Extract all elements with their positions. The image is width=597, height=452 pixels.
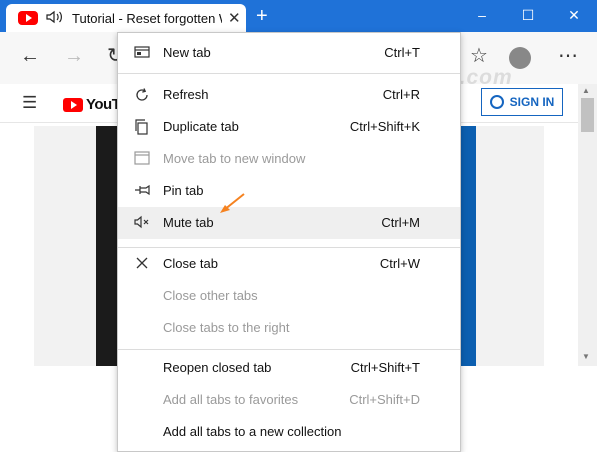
page-scrollbar[interactable]: ▲ ▼ — [578, 84, 597, 366]
menu-item-label: Move tab to new window — [163, 151, 306, 166]
menu-item-label: Close other tabs — [163, 288, 258, 303]
youtube-play-icon — [63, 97, 83, 112]
back-button[interactable]: ← — [20, 46, 40, 66]
youtube-favicon-icon — [18, 11, 38, 25]
speaker-icon[interactable] — [46, 10, 64, 27]
menu-separator — [118, 73, 460, 74]
scroll-down-icon[interactable]: ▼ — [582, 352, 590, 361]
menu-item-label: Refresh — [163, 87, 209, 102]
scroll-up-icon[interactable]: ▲ — [582, 86, 590, 95]
menu-item-label: Add all tabs to a new collection — [163, 424, 342, 439]
menu-item-shortcut: Ctrl+W — [379, 256, 420, 271]
duplicate-icon — [134, 119, 150, 135]
menu-item-pin-tab[interactable]: Pin tab — [118, 175, 460, 207]
menu-item-label: New tab — [163, 45, 211, 60]
menu-item-label: Add all tabs to favorites — [163, 392, 299, 407]
menu-item-label: Mute tab — [163, 215, 214, 230]
menu-separator — [118, 349, 460, 350]
mute-icon — [134, 215, 150, 231]
menu-item-label: Duplicate tab — [163, 119, 239, 134]
orange-arrow-icon — [220, 193, 245, 213]
menu-item-label: Pin tab — [163, 183, 204, 198]
new-tab-button[interactable]: + — [256, 6, 268, 26]
tab-context-menu: New tab Ctrl+T Refresh Ctrl+R Duplicate … — [117, 32, 461, 452]
tab-close-icon[interactable]: ✕ — [228, 9, 241, 27]
menu-item-shortcut: Ctrl+Shift+K — [349, 119, 420, 134]
menu-item-shortcut: Ctrl+Shift+T — [350, 360, 420, 375]
menu-item-refresh[interactable]: Refresh Ctrl+R — [118, 79, 460, 111]
window-icon — [134, 151, 150, 167]
menu-item-close-tab[interactable]: Close tab Ctrl+W — [118, 248, 460, 280]
menu-item-label: Close tab — [163, 256, 218, 271]
menu-item-new-tab[interactable]: New tab Ctrl+T — [118, 37, 460, 69]
account-icon — [489, 95, 504, 109]
close-window-button[interactable]: ✕ — [551, 0, 597, 32]
new-tab-icon — [134, 45, 150, 61]
menu-item-shortcut: Ctrl+R — [382, 87, 420, 102]
menu-item-move-tab[interactable]: Move tab to new window — [118, 143, 460, 175]
sign-in-label: SIGN IN — [509, 95, 555, 109]
settings-more-button[interactable]: ⋯ — [558, 46, 578, 66]
close-icon — [134, 256, 150, 272]
menu-item-add-tabs-collection[interactable]: Add all tabs to a new collection — [118, 416, 460, 448]
scroll-thumb[interactable] — [581, 98, 594, 132]
menu-item-shortcut: Ctrl+Shift+D — [349, 392, 420, 407]
menu-item-label: Reopen closed tab — [163, 360, 272, 375]
minimize-button[interactable]: – — [459, 0, 505, 32]
maximize-button[interactable]: ☐ — [505, 0, 551, 32]
forward-button[interactable]: → — [64, 46, 84, 66]
title-bar: Tutorial - Reset forgotten W ✕ + – ☐ ✕ — [0, 0, 597, 32]
tab-title: Tutorial - Reset forgotten W — [72, 10, 222, 26]
hamburger-menu-icon[interactable]: ☰ — [22, 93, 37, 113]
menu-item-add-tabs-favorites[interactable]: Add all tabs to favorites Ctrl+Shift+D — [118, 384, 460, 416]
menu-item-close-other-tabs[interactable]: Close other tabs — [118, 280, 460, 312]
pin-icon — [134, 183, 150, 199]
menu-item-duplicate-tab[interactable]: Duplicate tab Ctrl+Shift+K — [118, 111, 460, 143]
menu-item-shortcut: Ctrl+T — [384, 45, 420, 60]
menu-item-reopen-closed-tab[interactable]: Reopen closed tab Ctrl+Shift+T — [118, 352, 460, 384]
menu-item-mute-tab[interactable]: Mute tab Ctrl+M — [118, 207, 460, 239]
browser-tab[interactable]: Tutorial - Reset forgotten W ✕ — [6, 4, 246, 32]
refresh-icon — [134, 87, 150, 103]
sign-in-button[interactable]: SIGN IN — [481, 88, 563, 116]
favorite-star-icon[interactable]: ☆ — [470, 46, 488, 66]
menu-item-label: Close tabs to the right — [163, 320, 290, 335]
menu-item-shortcut: Ctrl+M — [381, 215, 420, 230]
menu-item-close-tabs-right[interactable]: Close tabs to the right — [118, 312, 460, 344]
